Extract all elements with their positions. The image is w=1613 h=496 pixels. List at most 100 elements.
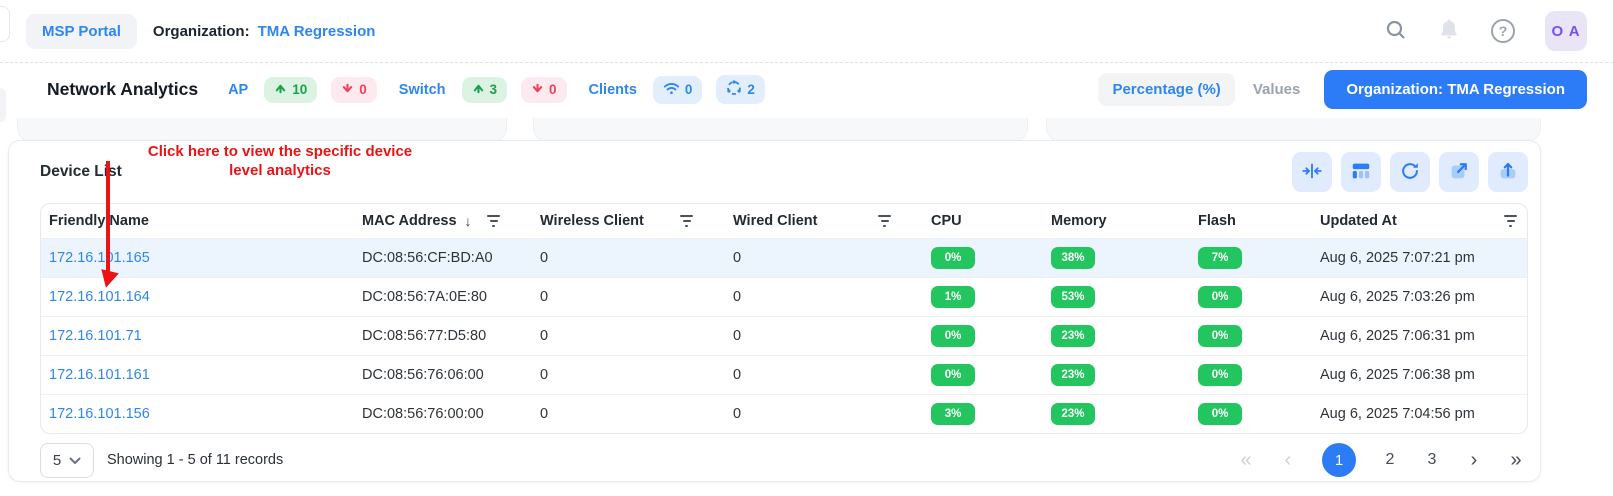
- pagination: « ‹ 1 2 3 › »: [1238, 443, 1524, 477]
- avatar[interactable]: O A: [1545, 11, 1587, 51]
- col-wireless-client: Wireless Client: [532, 213, 725, 229]
- export-button[interactable]: [1488, 152, 1528, 192]
- ghost-card: [1046, 118, 1541, 142]
- device-link[interactable]: 172.16.101.164: [49, 289, 150, 305]
- help-button[interactable]: ?: [1491, 19, 1515, 43]
- updated-cell: Aug 6, 2025 7:06:38 pm: [1312, 367, 1527, 383]
- switch-up-pill[interactable]: 3: [462, 77, 508, 103]
- memory-badge: 53%: [1051, 286, 1095, 308]
- sort-desc-icon[interactable]: ↓: [465, 213, 472, 229]
- page-button-1[interactable]: 1: [1322, 443, 1356, 477]
- updated-cell: Aug 6, 2025 7:06:31 pm: [1312, 328, 1527, 344]
- flash-badge: 0%: [1198, 364, 1242, 386]
- organization-label: Organization:: [153, 23, 250, 40]
- header-actions: Percentage (%) Values Organization: TMA …: [1098, 70, 1587, 109]
- device-list-header: Device List: [40, 141, 1528, 203]
- ap-up-count: 10: [292, 82, 307, 97]
- updated-cell: Aug 6, 2025 7:07:21 pm: [1312, 250, 1527, 266]
- cpu-badge: 0%: [931, 325, 975, 347]
- last-page-button[interactable]: »: [1508, 449, 1524, 472]
- filter-icon[interactable]: [680, 215, 693, 227]
- collapse-columns-button[interactable]: [1292, 152, 1332, 192]
- next-page-button[interactable]: ›: [1466, 449, 1482, 472]
- flash-badge: 0%: [1198, 403, 1242, 425]
- organization-button[interactable]: Organization: TMA Regression: [1324, 70, 1587, 109]
- organization-breadcrumb: Organization: TMA Regression: [153, 23, 375, 40]
- analytics-header: Network Analytics AP 10 0 Switch 3: [0, 63, 1613, 116]
- switch-label[interactable]: Switch: [399, 82, 446, 98]
- filter-icon[interactable]: [1504, 215, 1517, 227]
- page-size-select[interactable]: 5: [40, 443, 94, 478]
- wifi-icon: [663, 81, 680, 99]
- flash-badge: 7%: [1198, 247, 1242, 269]
- notifications-button[interactable]: [1437, 18, 1461, 45]
- clients-label[interactable]: Clients: [589, 82, 637, 98]
- device-link[interactable]: 172.16.101.156: [49, 406, 150, 422]
- mesh-clients-pill[interactable]: 2: [716, 75, 765, 104]
- col-label[interactable]: Updated At: [1320, 213, 1397, 229]
- memory-badge: 38%: [1051, 247, 1095, 269]
- topbar-actions: ? O A: [1385, 11, 1587, 51]
- page-button-2[interactable]: 2: [1382, 451, 1398, 469]
- device-table: Friendly Name MAC Address ↓ Wireless Cli…: [40, 203, 1528, 434]
- arrow-up-icon: [472, 82, 485, 98]
- mac-cell: DC:08:56:76:06:00: [354, 367, 532, 383]
- bell-icon: [1437, 18, 1461, 45]
- msp-portal-button[interactable]: MSP Portal: [26, 14, 137, 49]
- col-flash[interactable]: Flash: [1190, 213, 1312, 229]
- table-row[interactable]: 172.16.101.165 DC:08:56:CF:BD:A0 0 0 0% …: [41, 238, 1527, 277]
- col-friendly-name[interactable]: Friendly Name: [41, 213, 354, 229]
- switch-down-pill[interactable]: 0: [521, 77, 567, 103]
- ap-label[interactable]: AP: [228, 82, 248, 98]
- device-link[interactable]: 172.16.101.165: [49, 250, 150, 266]
- organization-link[interactable]: TMA Regression: [258, 23, 376, 40]
- refresh-button[interactable]: [1390, 152, 1430, 192]
- flash-badge: 0%: [1198, 325, 1242, 347]
- ap-up-pill[interactable]: 10: [264, 77, 317, 103]
- ghost-card: [533, 118, 1028, 142]
- wireless-cell: 0: [532, 367, 725, 383]
- mac-cell: DC:08:56:7A:0E:80: [354, 289, 532, 305]
- col-memory[interactable]: Memory: [1043, 213, 1190, 229]
- topbar: MSP Portal Organization: TMA Regression: [0, 0, 1613, 63]
- records-summary: Showing 1 - 5 of 11 records: [107, 452, 283, 468]
- table-footer: 5 Showing 1 - 5 of 11 records « ‹ 1 2 3 …: [40, 434, 1528, 486]
- col-label[interactable]: Wired Client: [733, 213, 817, 229]
- toggle-values[interactable]: Values: [1249, 73, 1305, 106]
- updated-cell: Aug 6, 2025 7:04:56 pm: [1312, 406, 1527, 422]
- ap-down-pill[interactable]: 0: [331, 77, 377, 103]
- table-row[interactable]: 172.16.101.164 DC:08:56:7A:0E:80 0 0 1% …: [41, 277, 1527, 316]
- open-external-icon: [1448, 160, 1470, 185]
- arrow-down-icon: [531, 82, 544, 98]
- table-row[interactable]: 172.16.101.71 DC:08:56:77:D5:80 0 0 0% 2…: [41, 316, 1527, 355]
- col-label[interactable]: Wireless Client: [540, 213, 644, 229]
- network-analytics-page: MSP Portal Organization: TMA Regression: [0, 0, 1613, 496]
- wired-cell: 0: [725, 289, 923, 305]
- device-link[interactable]: 172.16.101.71: [49, 328, 142, 344]
- device-link[interactable]: 172.16.101.161: [49, 367, 150, 383]
- col-cpu[interactable]: CPU: [923, 213, 1043, 229]
- arrow-up-icon: [274, 82, 287, 98]
- ghost-card: [17, 118, 507, 142]
- wireless-clients-pill[interactable]: 0: [653, 76, 703, 104]
- toggle-percentage[interactable]: Percentage (%): [1098, 73, 1234, 106]
- stat-groups: AP 10 0 Switch 3: [228, 75, 765, 104]
- open-external-button[interactable]: [1439, 152, 1479, 192]
- wireless-clients-count: 0: [685, 82, 693, 97]
- page-button-3[interactable]: 3: [1424, 451, 1440, 469]
- device-list-title: Device List: [40, 163, 122, 181]
- prev-page-button[interactable]: ‹: [1280, 449, 1296, 472]
- search-button[interactable]: [1385, 19, 1407, 44]
- first-page-button[interactable]: «: [1238, 449, 1254, 472]
- columns-button[interactable]: [1341, 152, 1381, 192]
- filter-icon[interactable]: [487, 215, 500, 227]
- table-row[interactable]: 172.16.101.156 DC:08:56:76:00:00 0 0 3% …: [41, 394, 1527, 433]
- wired-cell: 0: [725, 367, 923, 383]
- table-row[interactable]: 172.16.101.161 DC:08:56:76:06:00 0 0 0% …: [41, 355, 1527, 394]
- col-label[interactable]: MAC Address: [362, 213, 457, 229]
- flash-badge: 0%: [1198, 286, 1242, 308]
- cpu-badge: 1%: [931, 286, 975, 308]
- wireless-cell: 0: [532, 328, 725, 344]
- filter-icon[interactable]: [878, 215, 891, 227]
- page-size-value: 5: [53, 452, 61, 469]
